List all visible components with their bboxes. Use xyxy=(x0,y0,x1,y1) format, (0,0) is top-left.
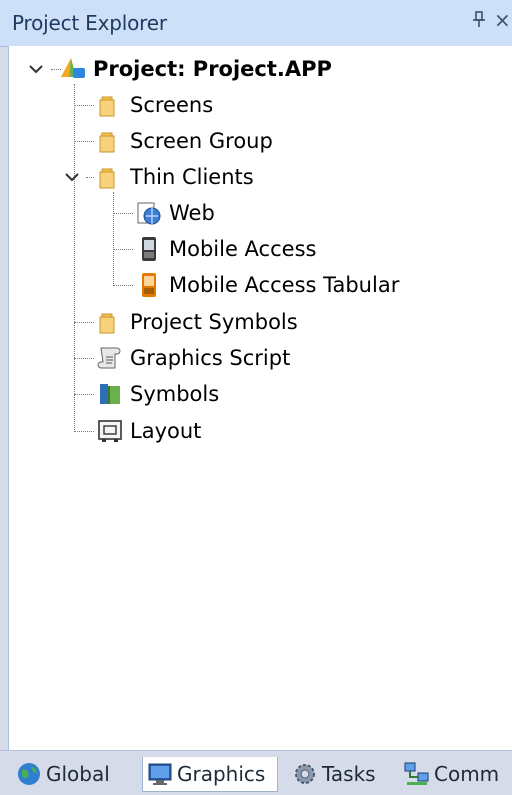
tree-item-mobile-access-tabular[interactable]: Mobile Access Tabular xyxy=(135,267,399,303)
tree-guide-line xyxy=(74,431,94,432)
web-icon xyxy=(135,199,163,227)
tree-item-web[interactable]: Web xyxy=(135,195,215,231)
tree-guide-line xyxy=(113,285,133,286)
tree-root-project[interactable]: Project: Project.APP xyxy=(59,51,332,87)
tree-item-symbols[interactable]: Symbols xyxy=(96,376,219,412)
tree-item-label: Symbols xyxy=(130,382,220,406)
mobile-tabular-icon xyxy=(135,271,163,299)
tab-tasks[interactable]: Tasks xyxy=(292,757,388,791)
bottom-tab-bar: Global Graphics Tasks Comm xyxy=(0,750,512,795)
tree-item-screens[interactable]: Screens xyxy=(96,87,213,123)
pin-icon[interactable] xyxy=(468,10,490,34)
network-icon xyxy=(404,761,430,787)
layout-icon xyxy=(96,417,124,445)
chevron-down-icon[interactable] xyxy=(63,168,81,186)
panel-title-bar: Project Explorer × xyxy=(0,0,512,47)
tree-item-layout[interactable]: Layout xyxy=(96,413,201,449)
gear-icon xyxy=(292,761,318,787)
tree-guide-line xyxy=(74,105,94,106)
tab-graphics[interactable]: Graphics xyxy=(142,757,278,792)
project-tree: Project: Project.APP Screens Screen Grou… xyxy=(8,46,512,750)
symbols-book-icon xyxy=(96,380,124,408)
mobile-device-icon xyxy=(135,235,163,263)
chevron-down-icon[interactable] xyxy=(27,60,45,78)
tree-guide-line xyxy=(113,213,133,214)
tree-guide-line xyxy=(86,177,94,178)
folder-icon xyxy=(96,127,124,155)
tree-guide-line xyxy=(74,141,94,142)
tree-item-label: Thin Clients xyxy=(130,165,254,189)
tree-item-project-symbols[interactable]: Project Symbols xyxy=(96,304,298,340)
tree-item-label: Mobile Access xyxy=(169,237,317,261)
tree-item-label: Project Symbols xyxy=(130,310,298,334)
script-icon xyxy=(96,344,124,372)
tree-item-screen-group[interactable]: Screen Group xyxy=(96,123,273,159)
tab-label: Global xyxy=(46,762,110,786)
monitor-icon xyxy=(147,761,173,787)
tree-item-label: Graphics Script xyxy=(130,346,291,370)
project-app-icon xyxy=(59,55,87,83)
folder-icon xyxy=(96,163,124,191)
tree-item-graphics-script[interactable]: Graphics Script xyxy=(96,340,290,376)
tree-item-label: Screens xyxy=(130,93,214,117)
tab-label: Graphics xyxy=(177,762,266,786)
close-icon[interactable]: × xyxy=(494,8,512,34)
tree-item-thin-clients[interactable]: Thin Clients xyxy=(96,159,254,195)
tab-label: Comm xyxy=(434,762,500,786)
tree-item-mobile-access[interactable]: Mobile Access xyxy=(135,231,316,267)
tree-guide-line xyxy=(74,322,94,323)
tree-guide-line xyxy=(113,192,114,286)
tree-guide-line xyxy=(74,358,94,359)
tree-item-label: Mobile Access Tabular xyxy=(169,273,400,297)
globe-icon xyxy=(16,761,42,787)
tree-item-label: Layout xyxy=(130,419,202,443)
tree-guide-line xyxy=(74,84,75,432)
tree-guide-line xyxy=(113,249,133,250)
folder-icon xyxy=(96,308,124,336)
tab-comm[interactable]: Comm xyxy=(404,757,510,791)
tree-root-label: Project: Project.APP xyxy=(93,57,332,81)
tab-label: Tasks xyxy=(322,762,376,786)
tree-item-label: Web xyxy=(169,201,215,225)
panel-title: Project Explorer xyxy=(12,11,167,35)
project-explorer-window: Project Explorer × Project: Project.APP … xyxy=(0,0,512,795)
tree-item-label: Screen Group xyxy=(130,129,273,153)
folder-icon xyxy=(96,91,124,119)
tree-guide-line xyxy=(74,394,94,395)
tab-global[interactable]: Global xyxy=(16,757,128,791)
